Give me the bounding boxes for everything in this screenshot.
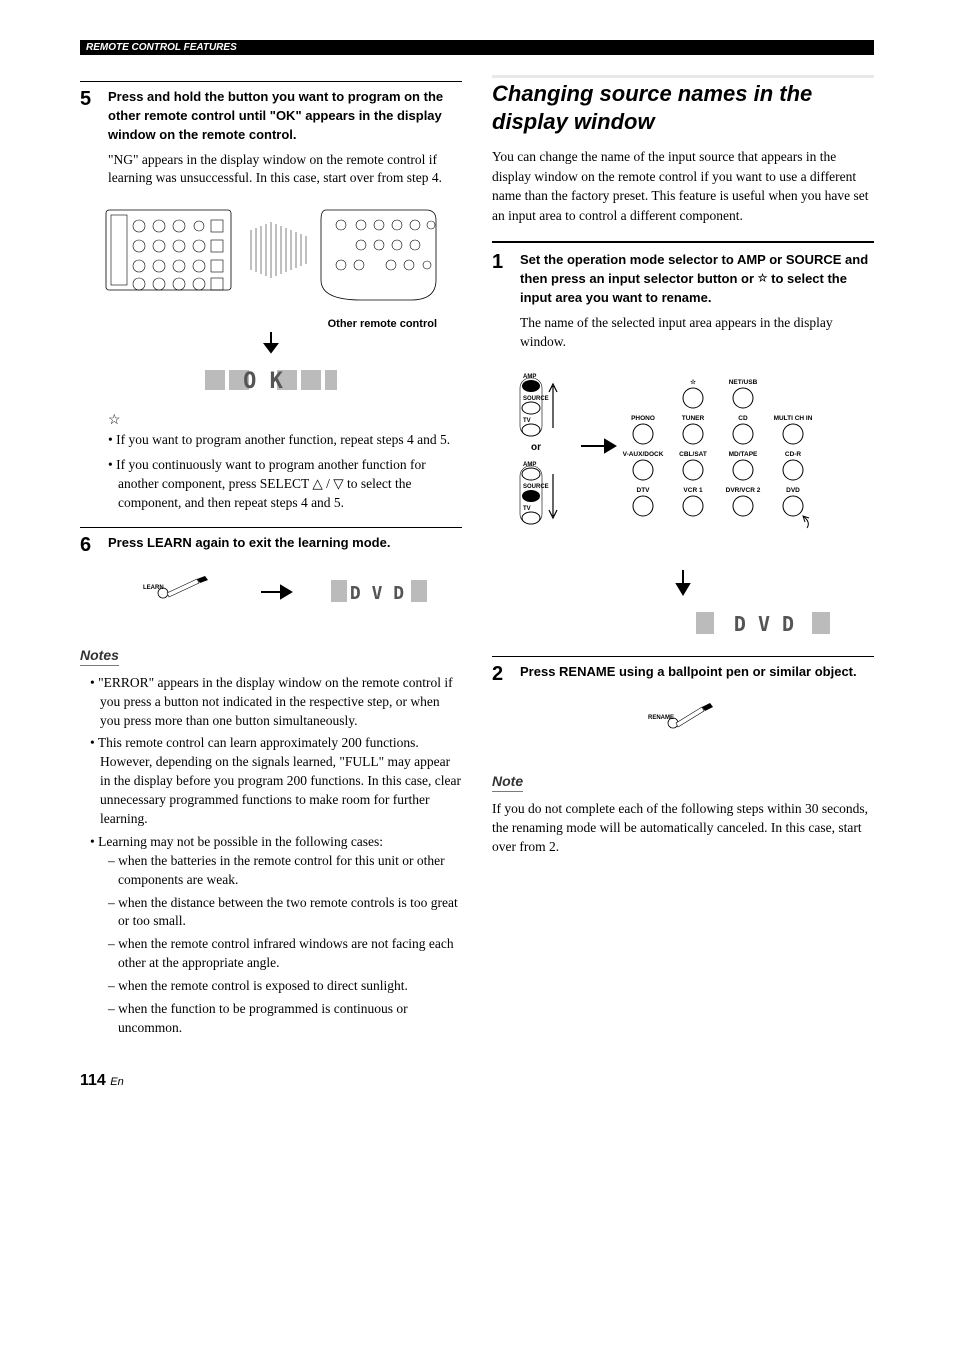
step-title: Press LEARN again to exit the learning m… [108,534,462,553]
tip-icon: ☆ [108,412,462,429]
tip-item: • If you continuously want to program an… [108,456,462,513]
lcd-dvd: D V D [694,606,844,640]
svg-text:or: or [531,442,541,453]
svg-text:CBL/SAT: CBL/SAT [679,451,707,458]
svg-text:O K: O K [243,369,283,394]
section-title: Changing source names in the display win… [492,80,874,135]
step-6: 6 Press LEARN again to exit the learning… [80,534,462,559]
divider [80,527,462,528]
step-text: "NG" appears in the display window on th… [108,151,462,189]
svg-text:RENAME: RENAME [648,715,674,721]
divider [80,81,462,82]
subnote: – when the remote control is exposed to … [108,977,462,996]
notes-list: • "ERROR" appears in the display window … [80,674,462,1038]
step-title: Press RENAME using a ballpoint pen or si… [520,663,874,682]
intro-text: You can change the name of the input sou… [492,147,874,225]
svg-text:SOURCE: SOURCE [523,396,549,402]
step-number: 2 [492,663,520,688]
subnote: – when the distance between the two remo… [108,894,462,932]
subnote: – when the function to be programmed is … [108,1000,462,1038]
note-body: If you do not complete each of the follo… [492,800,874,857]
notes-header: Notes [80,647,119,666]
step-text: The name of the selected input area appe… [520,314,874,352]
tip-item: • If you want to program another functio… [108,431,462,450]
step-5: 5 Press and hold the button you want to … [80,88,462,188]
svg-text:D V D: D V D [734,612,794,636]
svg-text:NET/USB: NET/USB [729,379,758,386]
svg-text:D V D: D V D [350,583,404,604]
note-header: Note [492,773,523,792]
svg-text:DTV: DTV [637,487,651,494]
divider [492,656,874,657]
svg-text:V-AUX/DOCK: V-AUX/DOCK [623,451,664,458]
svg-text:PHONO: PHONO [631,415,655,422]
svg-text:VCR 1: VCR 1 [683,487,703,494]
step-number: 5 [80,88,108,188]
right-column: Changing source names in the display win… [492,75,874,1042]
svg-text:CD: CD [738,415,748,422]
note-item: • Learning may not be possible in the fo… [90,833,462,1038]
star-icon: ☆ [758,273,768,285]
note-item: • "ERROR" appears in the display window … [90,674,462,731]
diagram-selector: AMP SOURCE TV or AMP SOURCE TV [492,364,874,644]
svg-text:DVR/VCR 2: DVR/VCR 2 [726,487,761,494]
subnote: – when the remote control infrared windo… [108,935,462,973]
step-1: 1 Set the operation mode selector to AMP… [492,251,874,351]
tips-list: • If you want to program another functio… [108,431,462,513]
svg-text:MULTI CH IN: MULTI CH IN [774,415,813,422]
svg-text:☆: ☆ [690,378,697,386]
diagram-rename: RENAME [492,699,874,743]
subnote: – when the batteries in the remote contr… [108,852,462,890]
diagram-remotes: Other remote control O K [80,200,462,400]
svg-text:SOURCE: SOURCE [523,484,549,490]
svg-text:DVD: DVD [786,487,800,494]
step-number: 6 [80,534,108,559]
step-title: Set the operation mode selector to AMP o… [520,251,874,308]
step-title: Press and hold the button you want to pr… [108,88,462,145]
step-2: 2 Press RENAME using a ballpoint pen or … [492,663,874,688]
section-header: REMOTE CONTROL FEATURES [80,40,874,55]
divider [492,241,874,243]
svg-text:MD/TAPE: MD/TAPE [729,451,758,458]
step-number: 1 [492,251,520,351]
diagram-learn: LEARN D V D [80,571,462,617]
note-item: • This remote control can learn approxim… [90,734,462,828]
svg-text:CD-R: CD-R [785,451,802,458]
page-number: 114 En [80,1072,874,1090]
svg-text:LEARN: LEARN [143,585,164,591]
left-column: 5 Press and hold the button you want to … [80,75,462,1042]
svg-text:TV: TV [523,506,531,512]
lcd-ok: O K [201,364,341,396]
svg-text:TUNER: TUNER [682,415,705,422]
svg-text:TV: TV [523,418,531,424]
caption-other-remote: Other remote control [80,318,462,330]
